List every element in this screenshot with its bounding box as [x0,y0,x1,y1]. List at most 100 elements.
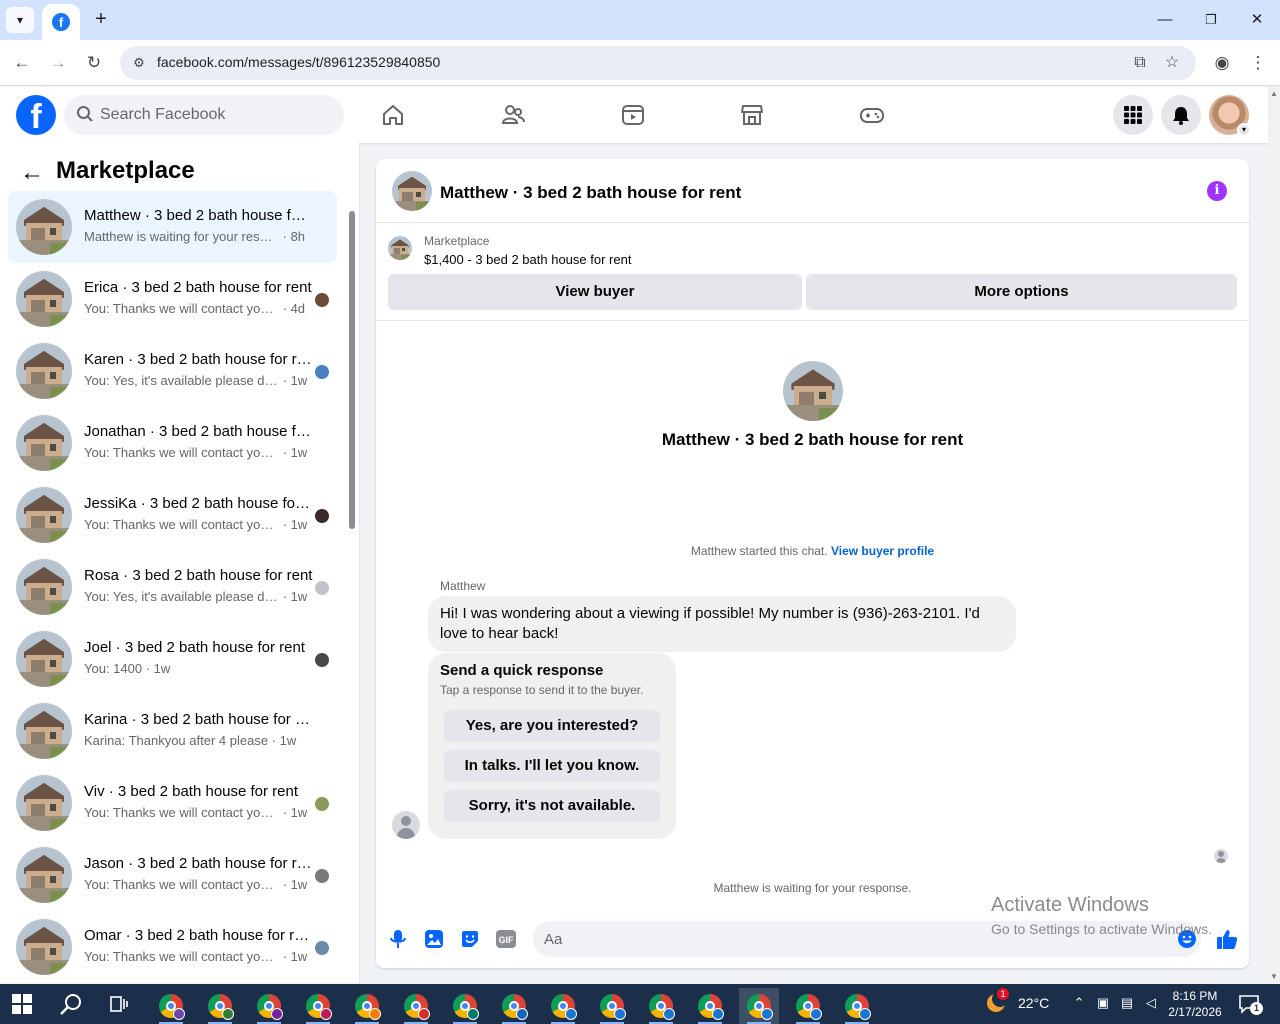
separator-dot: · [279,589,291,604]
page-scrollbar[interactable]: ▲ ▼ [1268,87,1280,983]
facebook-logo-icon[interactable]: f [16,95,56,135]
separator-dot: · [279,949,291,964]
info-icon[interactable]: i [1207,181,1227,201]
minimize-button[interactable]: — [1151,8,1179,32]
chrome-app-icon[interactable] [396,988,436,1024]
chevron-up-icon[interactable]: ⌃ [1070,994,1088,1012]
account-avatar[interactable]: ▾ [1209,95,1251,137]
chrome-app-icon[interactable] [200,988,240,1024]
conversation-item[interactable]: Viv · 3 bed 2 bath house for rent You: Th… [8,767,337,839]
seen-avatar-icon [315,869,329,883]
conversation-time: 1w [290,805,308,820]
separator-dot: · [279,301,291,316]
chrome-app-icon[interactable] [347,988,387,1024]
conversation-item[interactable]: Matthew · 3 bed 2 bath house for rent Mat… [8,191,337,263]
conversation-item[interactable]: Joel · 3 bed 2 bath house for rent You: 1… [8,623,337,695]
chrome-app-icon[interactable] [249,988,289,1024]
network-icon[interactable]: ▤ [1118,994,1136,1012]
chrome-app-icon[interactable] [298,988,338,1024]
conversation-item[interactable]: Jason · 3 bed 2 bath house for rent You: … [8,839,337,911]
conversation-item[interactable]: Erica · 3 bed 2 bath house for rent You: … [8,263,337,335]
close-window-button[interactable]: ✕ [1243,8,1271,32]
scroll-up-arrow-icon[interactable]: ▲ [1270,89,1278,98]
device-icon[interactable]: ▣ [1094,994,1112,1012]
chrome-app-icon[interactable] [494,988,534,1024]
gaming-icon[interactable] [856,99,888,131]
scrollbar-thumb[interactable] [349,211,355,529]
address-bar[interactable]: ⚙ facebook.com/messages/t/89612352984085… [120,46,1196,80]
gif-icon[interactable]: GIF [495,928,517,950]
conversation-item[interactable]: Rosa · 3 bed 2 bath house for rent You: Y… [8,551,337,623]
menu-grid-icon[interactable] [1113,95,1153,135]
install-app-icon[interactable]: ⧉ [1129,52,1151,74]
facebook-header: f Search Facebook ▾ [0,87,1268,143]
chrome-app-icon[interactable] [543,988,583,1024]
microphone-icon[interactable] [387,928,409,950]
quick-reply-not-available-button[interactable]: Sorry, it's not available. [444,790,660,822]
sender-avatar[interactable] [392,811,420,839]
conversation-thumbnail [16,847,72,903]
url-text[interactable]: facebook.com/messages/t/896123529840850 [157,54,440,70]
video-icon[interactable] [617,99,649,131]
listing-price[interactable]: $1,400 - 3 bed 2 bath house for rent [424,252,631,267]
notifications-bell-icon[interactable] [1161,95,1201,135]
conversation-thumbnail [16,919,72,975]
sticker-icon[interactable] [459,928,481,950]
listing-thumbnail[interactable] [392,171,432,211]
marketplace-icon[interactable] [736,99,768,131]
conversation-item[interactable]: Omar · 3 bed 2 bath house for rent You: T… [8,911,337,983]
site-info-icon[interactable]: ⚙ [128,52,150,74]
windows-start-icon[interactable] [12,994,32,1014]
chat-title[interactable]: Matthew · 3 bed 2 bath house for rent [440,183,741,203]
conversation-item[interactable]: Karina · 3 bed 2 bath house for rent Kari… [8,695,337,767]
chrome-app-icon[interactable] [837,988,877,1024]
chrome-app-icon[interactable] [641,988,681,1024]
conversation-preview: Matthew is waiting for your response. · … [84,229,305,244]
tab-search-button[interactable]: ▾ [6,7,34,33]
more-options-button[interactable]: More options [806,274,1237,310]
listing-small-thumbnail[interactable] [388,236,412,260]
home-icon[interactable] [377,99,409,131]
chrome-app-icon[interactable] [445,988,485,1024]
conversation-time: 1w [290,517,308,532]
profile-icon[interactable]: ◉ [1209,50,1235,76]
chrome-app-icon[interactable] [592,988,632,1024]
photo-icon[interactable] [423,928,445,950]
conversation-item[interactable]: Jonathan · 3 bed 2 bath house for rent Yo… [8,407,337,479]
system-clock[interactable]: 8:16 PM 2/17/2026 [1162,988,1228,1020]
menu-kebab-icon[interactable]: ⋮ [1245,50,1271,76]
task-view-icon[interactable] [108,993,130,1015]
volume-muted-icon[interactable]: ◁ [1142,994,1160,1012]
conversation-item[interactable]: Karen · 3 bed 2 bath house for rent You: … [8,335,337,407]
conversation-thumbnail [16,631,72,687]
conversation-item[interactable]: JessiKa · 3 bed 2 bath house for rent You… [8,479,337,551]
friends-icon[interactable] [497,99,529,131]
back-arrow-icon[interactable]: ← [20,159,44,187]
quick-reply-in-talks-button[interactable]: In talks. I'll let you know. [444,750,660,782]
facebook-search-input[interactable]: Search Facebook [64,95,344,135]
chrome-app-icon[interactable] [151,988,191,1024]
new-tab-button[interactable]: + [90,8,112,30]
chrome-app-icon[interactable] [690,988,730,1024]
browser-tab-facebook[interactable]: f [42,4,80,40]
reload-icon[interactable]: ↻ [81,50,107,76]
chrome-app-icon[interactable] [739,988,779,1024]
conversation-thumbnail [16,775,72,831]
thumbs-up-icon[interactable] [1216,928,1238,950]
conversation-snippet: You: Thanks we will contact you shortly [84,949,279,964]
restore-button[interactable]: ❐ [1197,8,1225,32]
forward-icon[interactable]: → [45,50,71,76]
notification-count: 1 [1250,1002,1263,1015]
incoming-message[interactable]: Hi! I was wondering about a viewing if p… [428,596,1016,652]
taskbar-search-icon[interactable] [58,992,84,1018]
quick-reply-interested-button[interactable]: Yes, are you interested? [444,710,660,742]
view-buyer-button[interactable]: View buyer [388,274,802,310]
back-icon[interactable]: ← [9,50,35,76]
bookmark-star-icon[interactable]: ☆ [1161,52,1183,74]
chrome-app-icon[interactable] [788,988,828,1024]
separator-dot: · [142,661,154,676]
view-buyer-profile-link[interactable]: View buyer profile [831,544,934,558]
temperature[interactable]: 22°C [1018,995,1049,1011]
sidebar-scrollbar[interactable] [347,203,357,983]
scroll-down-arrow-icon[interactable]: ▼ [1270,972,1278,981]
